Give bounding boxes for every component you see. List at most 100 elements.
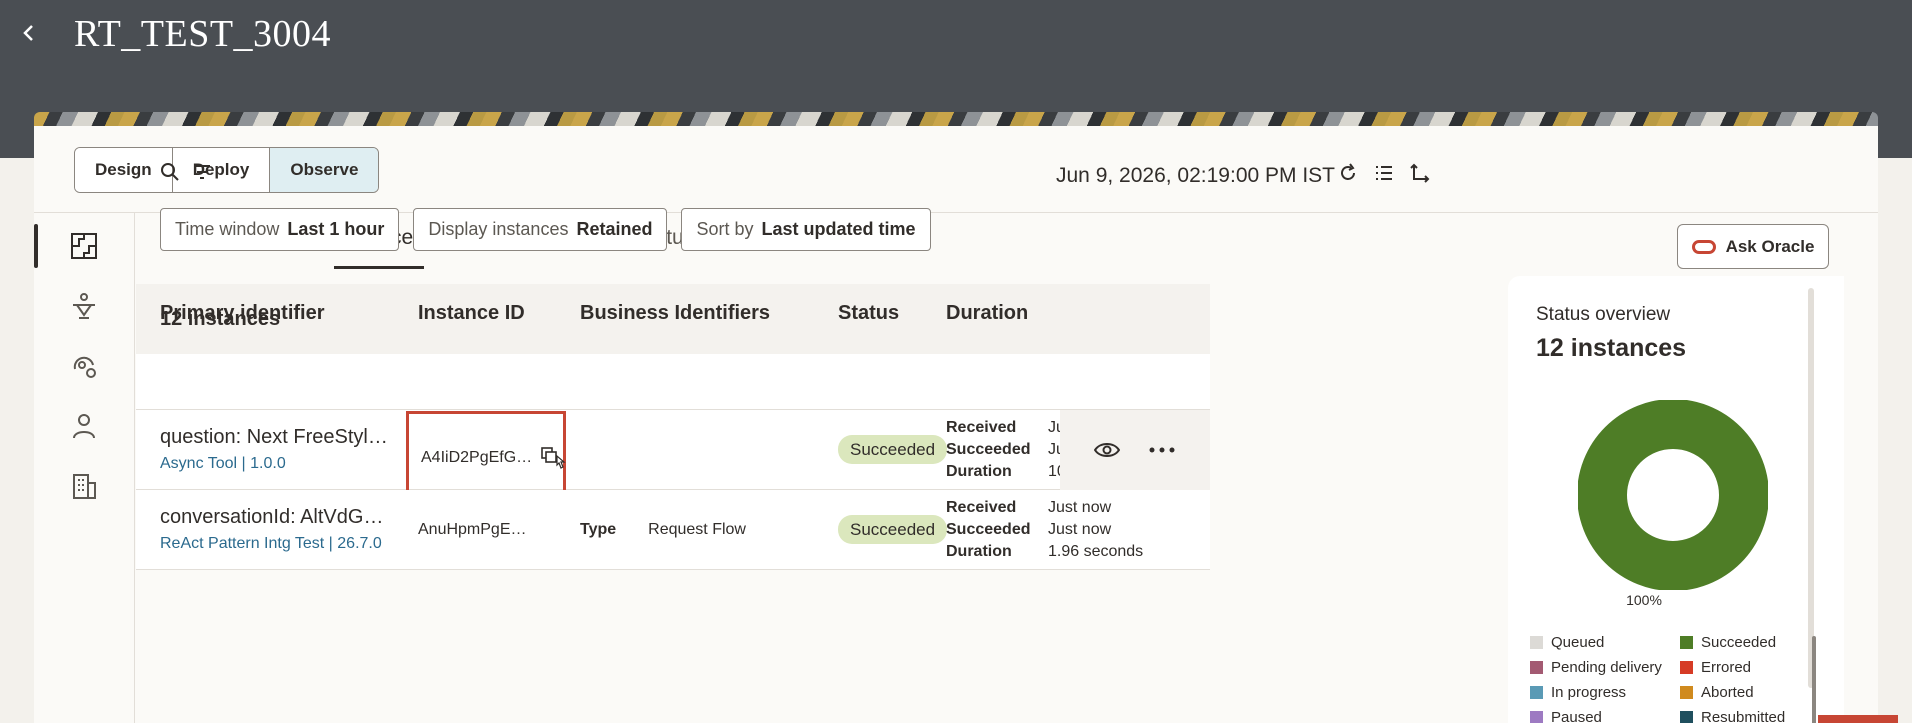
legend-swatch bbox=[1680, 711, 1693, 723]
copy-icon[interactable] bbox=[540, 446, 566, 470]
duration-key: Duration bbox=[946, 542, 1012, 560]
side-navigation bbox=[34, 216, 134, 516]
card-scrollbar[interactable] bbox=[1812, 636, 1816, 723]
legend-item[interactable]: Queued bbox=[1530, 634, 1680, 651]
chip-label: Display instances bbox=[428, 219, 569, 239]
column-header[interactable]: Primary identifier bbox=[160, 302, 400, 325]
status-donut-chart bbox=[1578, 400, 1768, 590]
legend-swatch bbox=[1680, 686, 1693, 699]
column-header[interactable]: Business Identifiers bbox=[580, 302, 770, 325]
design-button[interactable]: Design bbox=[75, 148, 173, 192]
business-key: Type bbox=[580, 520, 617, 538]
status-badge: Succeeded bbox=[838, 434, 948, 464]
legend-item[interactable]: Aborted bbox=[1680, 684, 1810, 701]
sidenav-monitoring[interactable] bbox=[34, 336, 134, 396]
sidenav-integrations[interactable] bbox=[34, 216, 134, 276]
instance-id: AnuHpmPgE… bbox=[418, 520, 527, 538]
expand-icon[interactable] bbox=[1410, 163, 1430, 183]
primary-identifier: question: Next FreeStyle Ch… bbox=[160, 426, 390, 448]
integration-link[interactable]: ReAct Pattern Intg Test | 26.7.0 bbox=[160, 535, 400, 553]
feedback-tab[interactable] bbox=[1818, 715, 1898, 723]
ask-oracle-button[interactable]: Ask Oracle bbox=[1677, 224, 1829, 269]
legend-swatch bbox=[1530, 686, 1543, 699]
last-refreshed-time: Jun 9, 2026, 02:19:00 PM IST bbox=[1056, 164, 1336, 187]
business-identifier-cell: Type Request Flow bbox=[580, 521, 746, 539]
back-button[interactable] bbox=[18, 18, 44, 48]
business-value: Request Flow bbox=[648, 520, 746, 538]
monitor-gear-icon bbox=[73, 356, 96, 378]
legend-swatch bbox=[1530, 661, 1543, 674]
refresh-icon[interactable] bbox=[1338, 163, 1358, 183]
oracle-logo-icon bbox=[1691, 239, 1716, 254]
legend-label: Queued bbox=[1551, 634, 1605, 651]
observe-button[interactable]: Observe bbox=[270, 148, 379, 192]
status-cell: Succeeded bbox=[838, 514, 948, 544]
table-header: Primary identifier Instance ID Business … bbox=[136, 302, 1210, 410]
filter-chips: Time window Last 1 hour Display instance… bbox=[160, 208, 931, 251]
status-overview-title: Status overview bbox=[1536, 304, 1671, 325]
chip-label: Sort by bbox=[696, 219, 754, 239]
legend-item[interactable]: Errored bbox=[1680, 659, 1810, 676]
list-view-icon[interactable] bbox=[1374, 163, 1394, 183]
legend-item[interactable]: Resubmitted bbox=[1680, 709, 1810, 723]
time-window-filter[interactable]: Time window Last 1 hour bbox=[160, 208, 400, 251]
legend-label: Aborted bbox=[1701, 684, 1754, 701]
primary-identifier: conversationId: AltVdGPgEf… bbox=[160, 506, 390, 528]
status-badge: Succeeded bbox=[838, 514, 948, 544]
duration-key: Succeeded bbox=[946, 520, 1031, 538]
building-icon bbox=[73, 474, 96, 499]
legend-item[interactable]: Succeeded bbox=[1680, 634, 1810, 651]
legend-label: Paused bbox=[1551, 709, 1602, 723]
instances-table: 12 instances Primary identifier Instance… bbox=[136, 284, 1210, 597]
primary-identifier-cell: conversationId: AltVdGPgEf… ReAct Patter… bbox=[160, 506, 400, 553]
column-header[interactable]: Duration bbox=[946, 302, 1028, 325]
legend-label: In progress bbox=[1551, 684, 1627, 701]
legend-label: Pending delivery bbox=[1551, 659, 1662, 676]
display-instances-filter[interactable]: Display instances Retained bbox=[413, 208, 668, 251]
row-actions bbox=[1060, 410, 1210, 490]
card-scroll-track bbox=[1808, 288, 1814, 688]
sort-by-filter[interactable]: Sort by Last updated time bbox=[681, 208, 931, 251]
user-icon bbox=[73, 414, 95, 439]
instance-id-cell-focused: A4IiD2PgEfG… bbox=[406, 411, 566, 498]
donut-percent-label: 100% bbox=[1626, 592, 1662, 608]
scale-icon bbox=[73, 293, 95, 319]
chip-label: Time window bbox=[175, 219, 280, 239]
sidenav-user[interactable] bbox=[34, 396, 134, 456]
table-row[interactable]: question: Next FreeStyle Ch… Async Tool … bbox=[136, 410, 1210, 498]
duration-cell: Received Just now Succeeded Just now Dur… bbox=[946, 497, 1143, 563]
legend-label: Succeeded bbox=[1701, 634, 1777, 651]
ask-oracle-label: Ask Oracle bbox=[1725, 236, 1815, 256]
instance-id-cell: AnuHpmPgE… bbox=[418, 521, 527, 539]
legend-item[interactable]: Paused bbox=[1530, 709, 1680, 723]
sidenav-scale[interactable] bbox=[34, 276, 134, 336]
legend-label: Errored bbox=[1701, 659, 1752, 676]
search-icon[interactable] bbox=[160, 162, 180, 182]
legend-item[interactable]: Pending delivery bbox=[1530, 659, 1680, 676]
filter-icon[interactable] bbox=[192, 162, 212, 182]
table-row[interactable]: conversationId: AltVdGPgEf… ReAct Patter… bbox=[136, 490, 1210, 570]
chip-value: Last 1 hour bbox=[287, 219, 385, 239]
instance-id: A4IiD2PgEfG… bbox=[421, 449, 533, 466]
legend-item[interactable]: In progress bbox=[1530, 684, 1680, 701]
column-header[interactable]: Status bbox=[838, 302, 899, 325]
more-options-icon[interactable] bbox=[1148, 446, 1176, 454]
primary-identifier-cell: question: Next FreeStyle Ch… Async Tool … bbox=[160, 426, 400, 473]
divider bbox=[134, 213, 135, 723]
mode-switcher: Design Deploy Observe bbox=[74, 147, 380, 193]
duration-key: Duration bbox=[946, 462, 1012, 480]
donut-succeeded-slice[interactable] bbox=[1578, 400, 1768, 590]
column-header[interactable]: Instance ID bbox=[418, 302, 525, 325]
integrations-icon bbox=[71, 233, 97, 259]
status-cell: Succeeded bbox=[838, 434, 948, 464]
page-title: RT_TEST_3004 bbox=[74, 13, 332, 55]
integration-link[interactable]: Async Tool | 1.0.0 bbox=[160, 455, 400, 473]
duration-value: Just now bbox=[1048, 520, 1112, 538]
status-overview-card: Status overview 12 instances 100% Queued… bbox=[1508, 276, 1844, 723]
duration-value: 1.96 seconds bbox=[1048, 542, 1144, 560]
table-toolbar bbox=[160, 162, 212, 182]
chevron-left-icon bbox=[23, 25, 33, 41]
view-eye-icon[interactable] bbox=[1094, 440, 1120, 460]
legend-swatch bbox=[1530, 711, 1543, 723]
sidenav-organization[interactable] bbox=[34, 456, 134, 516]
